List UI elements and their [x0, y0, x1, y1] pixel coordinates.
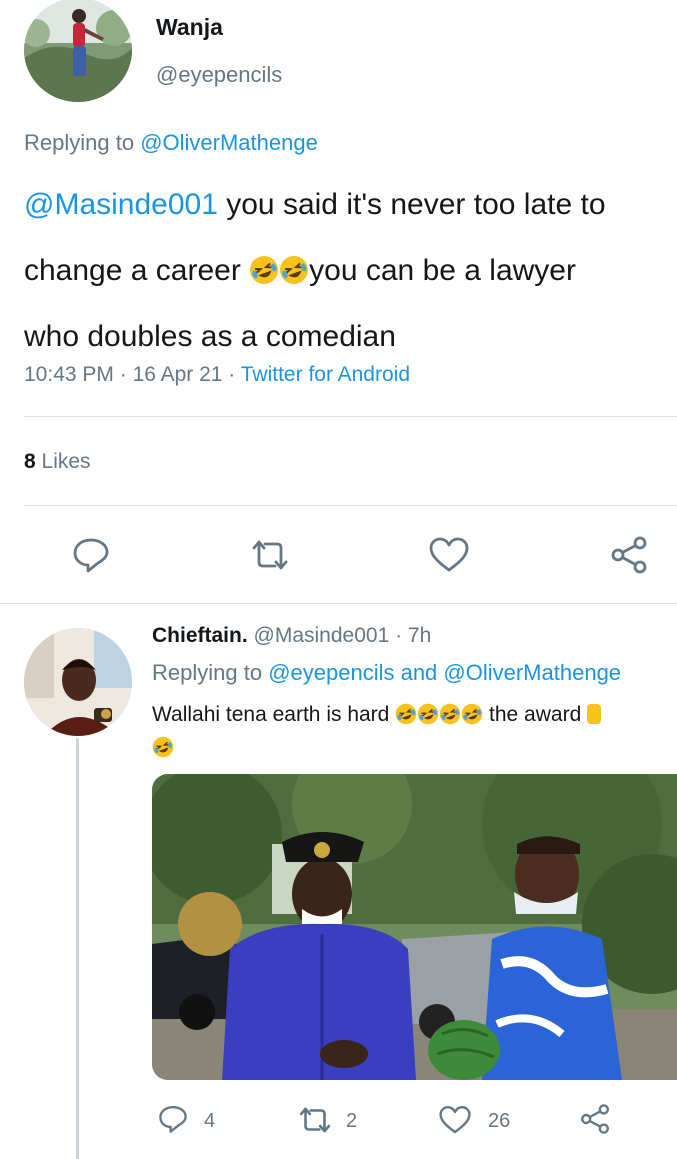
divider [0, 603, 677, 604]
reply-age: 7h [407, 624, 432, 647]
rolling-laughing-emoji [417, 703, 439, 725]
author-name[interactable]: Wanja [156, 14, 223, 41]
replying-to-link[interactable]: @eyepencils and @OliverMathenge [268, 660, 621, 685]
retweet-icon[interactable] [296, 1105, 334, 1135]
tweet-text-line-2: change a career you can be a lawyer [24, 238, 677, 304]
retweet-count: 2 [346, 1110, 358, 1132]
rolling-laughing-emoji [439, 703, 461, 725]
meta-separator: · [389, 624, 408, 647]
likes-count: 8 [24, 450, 36, 473]
mention-link[interactable]: @Masinde001 [24, 188, 218, 221]
reply-icon[interactable] [72, 536, 110, 574]
meta-separator: · [113, 363, 133, 386]
thread-line [76, 738, 79, 1159]
tweet-source[interactable]: Twitter for Android [241, 363, 410, 386]
avatar-chieftain[interactable] [24, 628, 132, 736]
heart-icon[interactable] [429, 537, 469, 573]
reply-author-handle[interactable]: @Masinde001 [254, 624, 390, 647]
share-icon[interactable] [609, 535, 649, 575]
rolling-laughing-emoji [461, 703, 483, 725]
reply-header: Chieftain. @Masinde001 · 7h [152, 624, 431, 648]
reply-replying-to: Replying to @eyepencils and @OliverMathe… [152, 660, 621, 686]
tweet-photo[interactable] [152, 774, 677, 1080]
divider [24, 416, 677, 417]
replying-prefix: Replying to [24, 130, 141, 155]
likes-label: Likes [35, 450, 91, 473]
replying-to-link[interactable]: @OliverMathenge [140, 130, 318, 155]
share-icon[interactable] [579, 1103, 611, 1135]
reply-icon[interactable] [158, 1104, 188, 1134]
author-handle[interactable]: @eyepencils [156, 62, 282, 88]
reply-count: 4 [204, 1110, 216, 1132]
replying-prefix: Replying to [152, 660, 269, 685]
rolling-laughing-emoji [250, 256, 279, 284]
tweet-text-line-3: who doubles as a comedian [24, 304, 677, 370]
tweet-text: @Masinde001 you said it's never too late… [24, 172, 677, 370]
rolling-laughing-emoji [280, 256, 309, 284]
reply-text-part: Wallahi tena earth is hard [152, 703, 396, 726]
photo-illustration [152, 774, 677, 1080]
tweet-text-part: change a career [24, 254, 250, 287]
avatar-wanja[interactable] [24, 0, 132, 102]
tweet-text-part: you said it's never too late to [217, 188, 606, 221]
reply-text: Wallahi tena earth is hard the award [152, 698, 677, 764]
clapping-emoji [587, 704, 602, 724]
tweet-text-part: who doubles as a comedian [24, 320, 396, 353]
likes-stat[interactable]: 8 Likes [24, 450, 91, 474]
tweet-text-line-1: @Masinde001 you said it's never too late… [24, 172, 677, 238]
reply-author-name[interactable]: Chieftain. [152, 624, 248, 647]
tweet-text-part: you can be a lawyer [309, 254, 576, 287]
meta-separator: · [222, 363, 241, 386]
divider [24, 505, 677, 506]
rolling-laughing-emoji [152, 736, 174, 758]
heart-icon[interactable] [439, 1105, 471, 1135]
tweet-meta: 10:43 PM · 16 Apr 21 · Twitter for Andro… [24, 363, 410, 387]
like-count: 26 [488, 1110, 511, 1132]
replying-to-line: Replying to @OliverMathenge [24, 130, 318, 156]
reply-text-line-1: Wallahi tena earth is hard the award [152, 698, 677, 731]
tweet-date: 16 Apr 21 [132, 363, 223, 386]
rolling-laughing-emoji [395, 703, 417, 725]
reply-text-line-2 [152, 731, 677, 764]
retweet-icon[interactable] [248, 538, 292, 572]
reply-text-part: the award [483, 703, 588, 726]
tweet-time: 10:43 PM [24, 363, 114, 386]
